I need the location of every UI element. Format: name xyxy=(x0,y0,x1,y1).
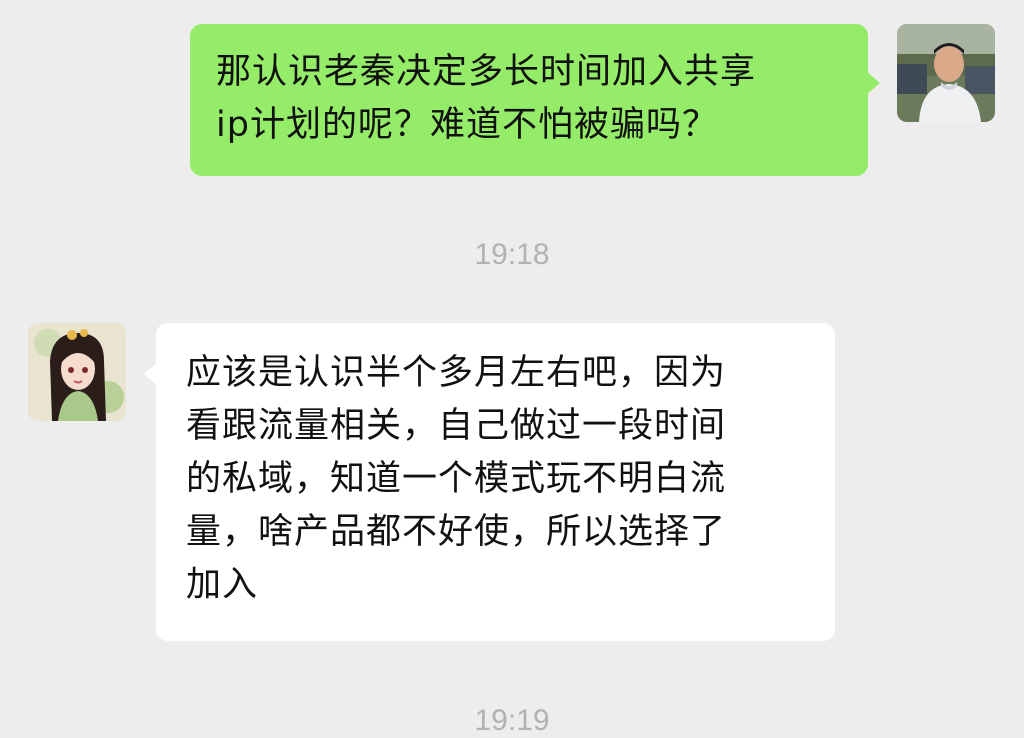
my-message-text: 那认识老秦决定多长时间加入共享 ip计划的呢？难道不怕被骗吗？ xyxy=(216,52,757,145)
contact-message-bubble[interactable]: 应该是认识半个多月左右吧，因为 看跟流量相关，自己做过一段时间 的私域，知道一个… xyxy=(144,323,835,641)
contact-message-text: 应该是认识半个多月左右吧，因为 看跟流量相关，自己做过一段时间 的私域，知道一个… xyxy=(186,353,727,605)
my-avatar[interactable] xyxy=(897,24,995,122)
my-message-bubble[interactable]: 那认识老秦决定多长时间加入共享 ip计划的呢？难道不怕被骗吗？ xyxy=(190,24,880,176)
chat-window: 那认识老秦决定多长时间加入共享 ip计划的呢？难道不怕被骗吗？ 19:18 应该… xyxy=(0,0,1024,737)
timestamp: 19:19 xyxy=(474,704,550,737)
timestamp: 19:18 xyxy=(474,238,550,271)
user-photo-avatar-icon xyxy=(897,24,995,122)
anime-girl-avatar-icon xyxy=(28,323,126,421)
contact-avatar[interactable] xyxy=(28,323,126,421)
